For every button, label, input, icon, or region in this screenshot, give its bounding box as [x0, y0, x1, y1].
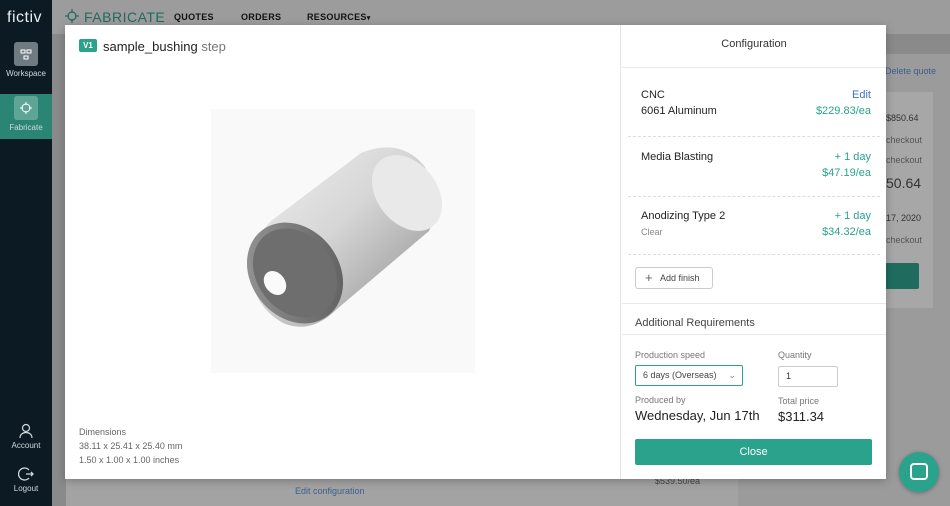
add-finish-label: Add finish	[660, 273, 700, 283]
configuration-panel: Configuration CNC 6061 Aluminum Edit $22…	[622, 25, 886, 479]
fabricate-logo[interactable]: FABRICATE	[65, 9, 166, 25]
workspace-icon	[14, 42, 38, 66]
quantity-input[interactable]: 1	[778, 366, 838, 387]
left-rail: fictiv Workspace Fabricate Account Logou…	[0, 0, 52, 506]
bg-checkout-text: checkout	[886, 135, 923, 145]
bg-checkout-button[interactable]	[885, 263, 919, 289]
finish-row: Anodizing Type 2 Clear + 1 day $34.32/ea	[628, 197, 880, 255]
rail-item-logout[interactable]: Logout	[0, 466, 52, 493]
additional-requirements-title: Additional Requirements	[635, 317, 755, 329]
close-button[interactable]: Close	[635, 439, 872, 465]
fabricate-logo-icon	[65, 9, 79, 23]
bg-date: 17, 2020	[886, 213, 922, 223]
part-config-modal: V1 sample_bushing step Dimensions 38.11 …	[65, 25, 886, 479]
file-ext: step	[201, 39, 226, 54]
model-render[interactable]	[211, 109, 475, 373]
logo-text: FABRICATE	[84, 9, 166, 25]
additional-requirements-header[interactable]: Additional Requirements	[622, 303, 886, 335]
production-speed-select[interactable]: 6 days (Overseas) ⌄	[635, 365, 743, 386]
produced-by-label: Produced by	[635, 395, 686, 405]
fictiv-brand[interactable]: fictiv	[7, 9, 42, 27]
finish-row: Media Blasting + 1 day $47.19/ea	[628, 137, 880, 197]
finish-name: Media Blasting	[641, 151, 714, 163]
account-icon	[19, 423, 33, 439]
nav-quotes[interactable]: QUOTES	[174, 12, 214, 22]
fabricate-icon	[14, 96, 38, 120]
chat-icon	[910, 463, 928, 480]
finish-color: Clear	[641, 227, 663, 237]
finish-lead-time: + 1 day	[834, 210, 871, 222]
production-speed-value: 6 days (Overseas)	[643, 370, 717, 380]
process-price: $229.83/ea	[815, 105, 871, 117]
total-price-label: Total price	[778, 396, 820, 406]
rail-item-label: Account	[11, 441, 41, 450]
quantity-label: Quantity	[778, 350, 812, 360]
bg-checkout-text: checkout	[886, 155, 923, 165]
total-price-value: $311.34	[778, 409, 825, 424]
chat-launcher[interactable]	[899, 452, 939, 492]
dimensions-block: Dimensions 38.11 x 25.41 x 25.40 mm 1.50…	[79, 425, 182, 467]
rail-item-account[interactable]: Account	[0, 423, 52, 450]
nav-resources-label: RESOURCES	[307, 12, 367, 22]
rail-item-workspace[interactable]: Workspace	[0, 42, 52, 88]
background-row	[66, 478, 738, 506]
model-viewer[interactable]: V1 sample_bushing step Dimensions 38.11 …	[65, 25, 621, 479]
quantity-value: 1	[786, 371, 792, 381]
caret-down-icon: ▾	[366, 15, 371, 22]
file-name-base: sample_bushing	[103, 39, 198, 54]
produced-by-date: Wednesday, Jun 17th	[635, 408, 760, 423]
process-name: CNC	[641, 89, 665, 101]
file-name: sample_bushing step	[103, 39, 226, 54]
finish-price: $47.19/ea	[822, 167, 871, 179]
dimensions-in: 1.50 x 1.00 x 1.00 inches	[79, 455, 180, 465]
edit-configuration-link[interactable]: Edit configuration	[295, 486, 365, 496]
process-material: 6061 Aluminum	[641, 105, 717, 117]
plus-icon: +	[645, 270, 653, 285]
add-finish-button[interactable]: + Add finish	[635, 267, 713, 289]
dimensions-title: Dimensions	[79, 427, 127, 437]
chevron-down-icon: ⌄	[728, 370, 736, 380]
nav-orders[interactable]: ORDERS	[241, 12, 281, 22]
bg-total: 50.64	[886, 175, 922, 191]
version-badge: V1	[79, 39, 97, 52]
delete-quote-link[interactable]: Delete quote	[885, 66, 936, 76]
rail-item-label: Fabricate	[9, 123, 43, 132]
rail-item-fabricate[interactable]: Fabricate	[0, 94, 52, 139]
finish-lead-time: + 1 day	[834, 151, 871, 163]
finish-price: $34.32/ea	[822, 226, 871, 238]
bg-price: $850.64	[886, 113, 919, 123]
finish-name: Anodizing Type 2	[641, 210, 726, 222]
production-speed-label: Production speed	[635, 350, 706, 360]
logout-icon	[18, 467, 34, 481]
dimensions-mm: 38.11 x 25.41 x 25.40 mm	[79, 441, 183, 451]
bushing-3d-model	[246, 147, 443, 327]
nav-resources[interactable]: RESOURCES▾	[307, 12, 371, 22]
rail-item-label: Workspace	[6, 69, 46, 78]
rail-item-label: Logout	[13, 484, 39, 493]
edit-process-link[interactable]: Edit	[852, 89, 871, 101]
bg-checkout-text: checkout	[886, 235, 923, 245]
process-row: CNC 6061 Aluminum Edit $229.83/ea	[628, 68, 880, 137]
configuration-title: Configuration	[622, 25, 886, 68]
